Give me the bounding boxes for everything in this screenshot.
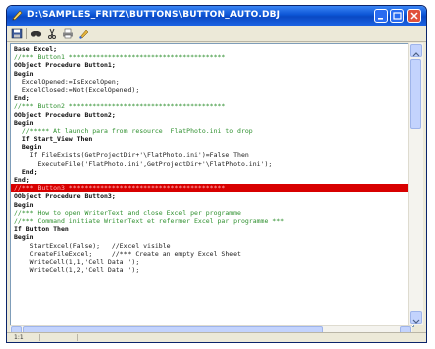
minimize-icon [378,18,383,20]
code-line: OObject Procedure Button1; [14,61,116,70]
edit-mode [41,334,78,341]
maximize-icon [393,12,402,20]
minimize-button[interactable] [374,9,388,23]
vertical-scroll-thumb[interactable] [410,59,421,129]
code-line: //*** How to open WriterText and close E… [14,208,241,217]
code-line: Base Excel; [14,45,58,53]
code-line: WriteCell(1,2,'Cell Data '); [14,266,140,275]
code-line: Begin [14,200,34,209]
maximize-button[interactable] [390,9,404,23]
paint-icon[interactable] [78,28,90,39]
app-icon [12,10,23,21]
code-line: If Start_View Then [14,135,93,144]
save-icon[interactable] [11,28,23,39]
find-icon[interactable] [30,28,42,39]
code-line: //*** Button1 **************************… [14,53,226,62]
print-icon[interactable] [62,28,74,39]
code-line: //*** Button2 **************************… [14,102,226,111]
code-line: OObject Procedure Button3; [14,192,116,201]
toolbar [7,26,426,42]
code-line: ExcelOpened:=IsExcelOpen; [14,77,120,86]
title-bar[interactable]: D:\SAMPLES_FRITZ\BUTTONS\BUTTON_AUTO.DBJ [7,6,426,26]
code-line: End; [14,94,30,103]
close-icon [410,12,418,20]
code-line: OObject Procedure Button2; [14,110,116,119]
window-title: D:\SAMPLES_FRITZ\BUTTONS\BUTTON_AUTO.DBJ [27,10,281,20]
code-line: ExecuteFile('FlatPhoto.ini',GetProjectDi… [14,159,273,168]
code-lines: Base Excel;//*** Button1 ***************… [11,45,413,275]
scroll-down-button[interactable] [410,311,422,324]
code-line: StartExcel(False); //Excel visible [14,241,171,250]
code-line: WriteCell(1,1,'Cell Data '); [14,257,140,266]
code-line: Begin [14,143,42,152]
code-line: CreateFileExcel; //*** Create an empty E… [14,249,241,258]
cursor-position: 1:1 [11,334,40,341]
code-line: ExcelClosed:=Not(ExcelOpened); [14,85,140,94]
status-bar: 1:1 [7,332,426,342]
toolbar-separator [26,28,27,39]
scroll-up-button[interactable] [410,44,422,57]
code-line: If FileExists(GetProjectDir+'\FlatPhoto.… [14,151,249,160]
editor-window: D:\SAMPLES_FRITZ\BUTTONS\BUTTON_AUTO.DBJ [6,5,427,343]
highlighted-code-line: //*** Button3 **************************… [11,184,413,193]
close-button[interactable] [407,9,421,23]
code-line: //*** Command initiate WriterText et ref… [14,216,285,225]
vertical-scrollbar[interactable] [408,43,423,325]
code-line: End; [14,176,30,184]
code-line: If Button Then [14,225,69,234]
code-line: Begin [14,233,34,242]
chevron-down-icon [412,319,420,324]
code-editor[interactable]: Base Excel;//*** Button1 ***************… [10,43,414,327]
code-line: End; [14,167,38,176]
cut-icon[interactable] [46,28,58,39]
code-line: Begin [14,69,34,78]
code-line: //***** At launch para from resource Fla… [14,126,253,135]
code-line: Begin [14,118,34,127]
